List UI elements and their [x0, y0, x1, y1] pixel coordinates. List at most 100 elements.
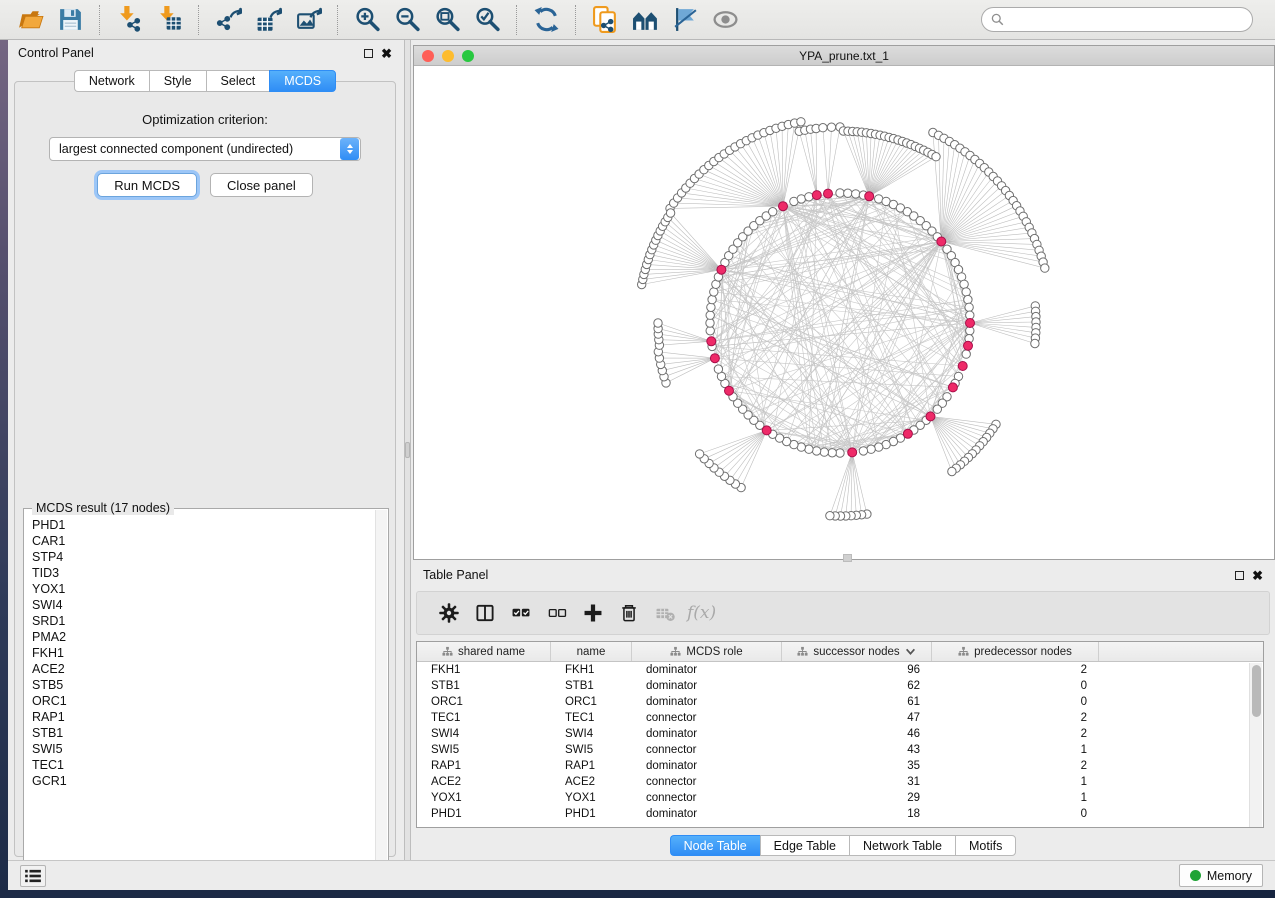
table-settings-icon[interactable] [431, 598, 467, 628]
table-row[interactable]: ACE2ACE2connector311 [417, 774, 1263, 790]
column-header-shared-name[interactable]: shared name [417, 642, 551, 661]
cell-MCDS-role: connector [632, 774, 782, 790]
table-scrollbar[interactable] [1249, 663, 1262, 827]
vertical-splitter[interactable] [404, 40, 411, 860]
network-window-titlebar[interactable]: YPA_prune.txt_1 [414, 46, 1274, 66]
export-image-icon[interactable] [291, 5, 325, 35]
column-header-successor-nodes[interactable]: successor nodes [782, 642, 932, 661]
delete-column-icon[interactable] [611, 598, 647, 628]
attribute-icon [797, 646, 808, 657]
mcds-result-item[interactable]: ACE2 [32, 661, 374, 677]
export-network-icon[interactable] [211, 5, 245, 35]
zoom-fit-icon[interactable] [430, 5, 464, 35]
table-row[interactable]: PHD1PHD1dominator180 [417, 806, 1263, 822]
search-icon [991, 13, 1004, 26]
network-canvas[interactable] [414, 67, 1274, 559]
mcds-result-item[interactable]: SWI5 [32, 741, 374, 757]
column-header-MCDS-role[interactable]: MCDS role [632, 642, 782, 661]
horizontal-splitter-handle[interactable] [843, 554, 852, 562]
table-row[interactable]: ORC1ORC1dominator610 [417, 694, 1263, 710]
table-row[interactable]: TEC1TEC1connector472 [417, 710, 1263, 726]
mcds-result-scrollbar[interactable] [375, 510, 387, 876]
cell-shared-name: FKH1 [417, 662, 551, 678]
refresh-icon[interactable] [529, 5, 563, 35]
zoom-selected-icon[interactable] [470, 5, 504, 35]
criterion-dropdown[interactable]: largest connected component (undirected) [49, 137, 361, 161]
cell-MCDS-role: connector [632, 790, 782, 806]
cell-predecessor-nodes: 1 [932, 774, 1099, 790]
mcds-result-item[interactable]: FKH1 [32, 645, 374, 661]
tab-node-table[interactable]: Node Table [670, 835, 760, 856]
table-row[interactable]: FKH1FKH1dominator962 [417, 662, 1263, 678]
cell-name: SWI5 [551, 742, 632, 758]
tab-style[interactable]: Style [149, 70, 206, 92]
mcds-result-item[interactable]: STB5 [32, 677, 374, 693]
cell-name: RAP1 [551, 758, 632, 774]
run-mcds-button[interactable]: Run MCDS [97, 173, 197, 197]
zoom-out-icon[interactable] [390, 5, 424, 35]
hide-selected-icon[interactable] [668, 5, 702, 35]
save-icon[interactable] [53, 5, 87, 35]
import-network-icon[interactable] [112, 5, 146, 35]
tab-select[interactable]: Select [206, 70, 270, 92]
mcds-result-item[interactable]: YOX1 [32, 581, 374, 597]
tab-mcds[interactable]: MCDS [269, 70, 336, 92]
mcds-result-item[interactable]: TEC1 [32, 757, 374, 773]
first-neighbors-icon[interactable] [628, 5, 662, 35]
tab-motifs[interactable]: Motifs [955, 835, 1016, 856]
mcds-result-item[interactable]: SWI4 [32, 597, 374, 613]
table-scrollbar-thumb[interactable] [1252, 665, 1261, 717]
table-row[interactable]: YOX1YOX1connector291 [417, 790, 1263, 806]
network-nodes[interactable] [638, 118, 1050, 521]
column-header-name[interactable]: name [551, 642, 632, 661]
attribute-icon [442, 646, 453, 657]
memory-button[interactable]: Memory [1179, 864, 1263, 887]
mcds-result-item[interactable]: ORC1 [32, 693, 374, 709]
tab-network[interactable]: Network [74, 70, 149, 92]
duplicate-network-icon[interactable] [588, 5, 622, 35]
mcds-result-list[interactable]: PHD1CAR1STP4TID3YOX1SWI4SRD1PMA2FKH1ACE2… [26, 517, 374, 875]
mcds-result-item[interactable]: RAP1 [32, 709, 374, 725]
vertical-splitter-handle[interactable] [405, 442, 410, 458]
task-history-button[interactable] [20, 865, 46, 887]
mcds-result-item[interactable]: PHD1 [32, 517, 374, 533]
workspace-area: YPA_prune.txt_1 Table Panel ✖ f(x) [411, 40, 1275, 860]
deselect-all-icon[interactable] [539, 598, 575, 628]
select-all-icon[interactable] [503, 598, 539, 628]
close-table-panel-icon[interactable]: ✖ [1252, 571, 1263, 580]
add-column-icon[interactable] [575, 598, 611, 628]
mcds-result-item[interactable]: STP4 [32, 549, 374, 565]
open-icon[interactable] [13, 5, 47, 35]
tab-edge-table[interactable]: Edge Table [760, 835, 849, 856]
close-panel-button[interactable]: Close panel [210, 173, 313, 197]
mcds-result-item[interactable]: SRD1 [32, 613, 374, 629]
function-builder-icon[interactable]: f(x) [687, 603, 716, 623]
export-table-icon[interactable] [251, 5, 285, 35]
column-header-predecessor-nodes[interactable]: predecessor nodes [932, 642, 1099, 661]
mcds-result-item[interactable]: TID3 [32, 565, 374, 581]
float-table-panel-icon[interactable] [1235, 571, 1244, 580]
mcds-result-item[interactable]: GCR1 [32, 773, 374, 789]
node-table: shared namenameMCDS rolesuccessor nodesp… [416, 641, 1264, 828]
cell-successor-nodes: 46 [782, 726, 932, 742]
close-panel-icon[interactable]: ✖ [381, 49, 392, 58]
delete-table-icon[interactable] [647, 598, 683, 628]
import-table-icon[interactable] [152, 5, 186, 35]
tab-network-table[interactable]: Network Table [849, 835, 955, 856]
float-panel-icon[interactable] [364, 49, 373, 58]
table-row[interactable]: RAP1RAP1dominator352 [417, 758, 1263, 774]
show-all-icon[interactable] [708, 5, 742, 35]
mcds-result-item[interactable]: CAR1 [32, 533, 374, 549]
search-box[interactable] [981, 7, 1253, 32]
network-graph[interactable] [414, 67, 1274, 559]
dropdown-stepper-icon[interactable] [340, 138, 359, 160]
cell-shared-name: TEC1 [417, 710, 551, 726]
mcds-result-item[interactable]: STB1 [32, 725, 374, 741]
mcds-result-item[interactable]: PMA2 [32, 629, 374, 645]
table-row[interactable]: SWI5SWI5connector431 [417, 742, 1263, 758]
table-row[interactable]: SWI4SWI4dominator462 [417, 726, 1263, 742]
columns-icon[interactable] [467, 598, 503, 628]
search-input[interactable] [1010, 13, 1243, 27]
zoom-in-icon[interactable] [350, 5, 384, 35]
table-row[interactable]: STB1STB1dominator620 [417, 678, 1263, 694]
